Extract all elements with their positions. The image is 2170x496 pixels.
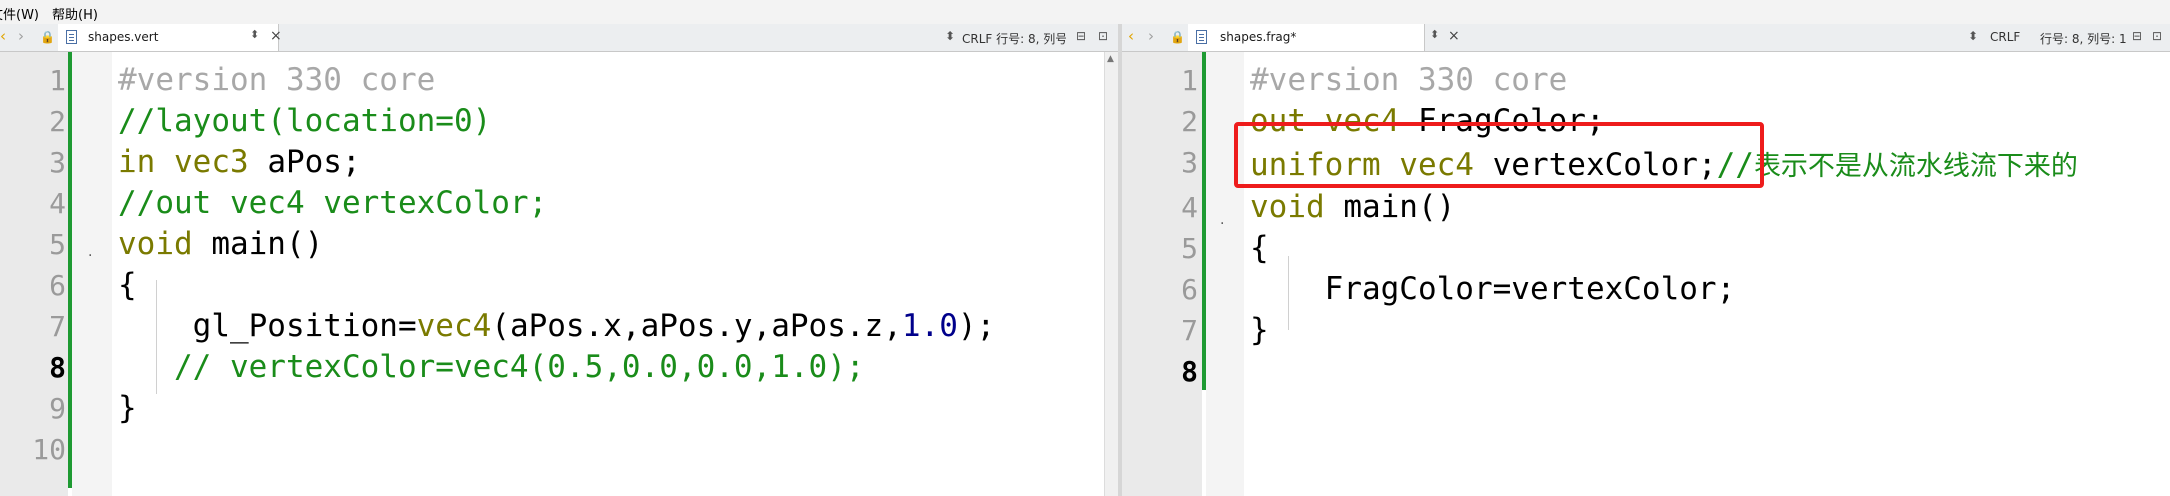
code-text: main() (1324, 189, 1456, 225)
line-number: 7 (49, 310, 66, 343)
code-line: { (118, 267, 137, 303)
right-editor-pane: ‹ › 🔒 shapes.frag* ⬍ × ⬍ CRLF 行号: 8, 列号:… (1122, 24, 2170, 496)
left-code-area[interactable]: #version 330 core //layout(location=0) i… (112, 52, 1104, 496)
line-number: 3 (49, 146, 66, 179)
fold-icon[interactable]: · (88, 248, 92, 264)
line-number: 9 (49, 392, 66, 425)
scroll-up-icon[interactable]: ▲ (1107, 54, 1114, 64)
line-number: 1 (49, 64, 66, 97)
code-line: void main() (118, 226, 323, 262)
line-number-gutter: 1 2 3 4 5 6 7 8 (1122, 52, 1202, 496)
line-number: 2 (1181, 105, 1198, 138)
code-text: main() (192, 226, 324, 262)
chevron-left-icon[interactable]: ‹ (1128, 27, 1134, 45)
menu-file[interactable]: 文件(W) (0, 4, 39, 23)
number-literal: 1.0 (901, 308, 958, 344)
line-number-gutter: 1 2 3 4 5 6 7 8 9 10 (0, 52, 68, 496)
split-icon[interactable]: ⊟ (2132, 29, 2142, 43)
line-number: 4 (1181, 191, 1198, 224)
line-number: 1 (1181, 64, 1198, 97)
window-icon[interactable]: ⊡ (1098, 29, 1108, 43)
status-position: CRLF 行号: 8, 列号: 6 (962, 32, 1066, 46)
left-tab-bar: ‹ › 🔒 shapes.vert ⬍ × ⬍ CRLF 行号: 8, 列号: … (0, 24, 1118, 52)
file-icon (1196, 30, 1207, 44)
lock-icon: 🔒 (40, 30, 55, 44)
close-icon[interactable]: × (270, 28, 282, 44)
scroll-icon: ⬍ (945, 29, 956, 43)
code-line: FragColor=vertexColor; (1250, 271, 1736, 307)
line-number-current: 8 (1181, 355, 1198, 388)
code-line: #version 330 core (118, 62, 436, 98)
right-tab-bar: ‹ › 🔒 shapes.frag* ⬍ × ⬍ CRLF 行号: 8, 列号:… (1122, 24, 2170, 52)
code-line: in vec3 aPos; (118, 144, 361, 180)
tab-label: shapes.vert (88, 30, 159, 44)
line-number-current: 8 (49, 351, 66, 384)
file-icon (66, 30, 77, 44)
code-text: gl_Position= (118, 308, 417, 344)
comment-chinese: 表示不是从流水线流下来的 (1753, 151, 2078, 182)
menu-bar: 文件(W) 帮助(H) (0, 0, 2170, 24)
code-line: //out vec4 vertexColor; (118, 185, 548, 221)
right-code-area[interactable]: #version 330 core out vec4 FragColor; un… (1244, 52, 2170, 496)
line-number: 7 (1181, 314, 1198, 347)
code-line: #version 330 core (1250, 62, 1568, 98)
line-number: 4 (49, 187, 66, 220)
code-line: void main() (1250, 189, 1455, 225)
keyword: void (118, 226, 193, 262)
line-number: 6 (49, 269, 66, 302)
code-line: { (1250, 230, 1269, 266)
code-text: ); (957, 308, 996, 344)
left-editor-pane: ‹ › 🔒 shapes.vert ⬍ × ⬍ CRLF 行号: 8, 列号: … (0, 24, 1118, 496)
code-line: // vertexColor=vec4(0.5,0.0,0.0,1.0); (118, 349, 865, 385)
keyword: in vec3 (118, 144, 249, 180)
code-line: gl_Position=vec4(aPos.x,aPos.y,aPos.z,1.… (118, 308, 996, 344)
lock-icon: 🔒 (1170, 30, 1185, 44)
line-number: 6 (1181, 273, 1198, 306)
scroll-icon: ⬍ (1968, 29, 1979, 43)
fold-margin: · (72, 52, 112, 496)
window-icon[interactable]: ⊡ (2152, 29, 2162, 43)
vertical-scrollbar[interactable]: ▲ (1104, 52, 1118, 496)
annotation-highlight-box (1234, 122, 1764, 188)
code-line: } (1250, 312, 1269, 348)
tab-list-icon[interactable]: ⬍ (250, 28, 259, 41)
split-icon[interactable]: ⊟ (1076, 29, 1086, 43)
line-number: 5 (49, 228, 66, 261)
status-eol: CRLF (1990, 30, 2021, 44)
tab-label: shapes.frag* (1220, 30, 1297, 44)
menu-help[interactable]: 帮助(H) (52, 4, 98, 23)
keyword: void (1250, 189, 1325, 225)
line-number: 10 (32, 433, 66, 466)
fold-icon[interactable]: · (1220, 216, 1224, 232)
code-line: } (118, 390, 137, 426)
keyword: vec4 (416, 308, 492, 344)
chevron-left-icon[interactable]: ‹ (0, 27, 6, 45)
line-number: 5 (1181, 232, 1198, 265)
chevron-right-icon[interactable]: › (1148, 27, 1154, 45)
close-icon[interactable]: × (1448, 28, 1460, 44)
chevron-right-icon[interactable]: › (18, 27, 24, 45)
code-line: //layout(location=0) (118, 103, 492, 139)
fold-margin: · (1206, 52, 1244, 496)
line-number: 3 (1181, 146, 1198, 179)
code-text: aPos; (248, 144, 361, 180)
code-text: (aPos.x,aPos.y,aPos.z, (491, 308, 902, 344)
status-position: 行号: 8, 列号: 1 (2040, 32, 2127, 46)
tab-list-icon[interactable]: ⬍ (1430, 28, 1439, 41)
line-number: 2 (49, 105, 66, 138)
